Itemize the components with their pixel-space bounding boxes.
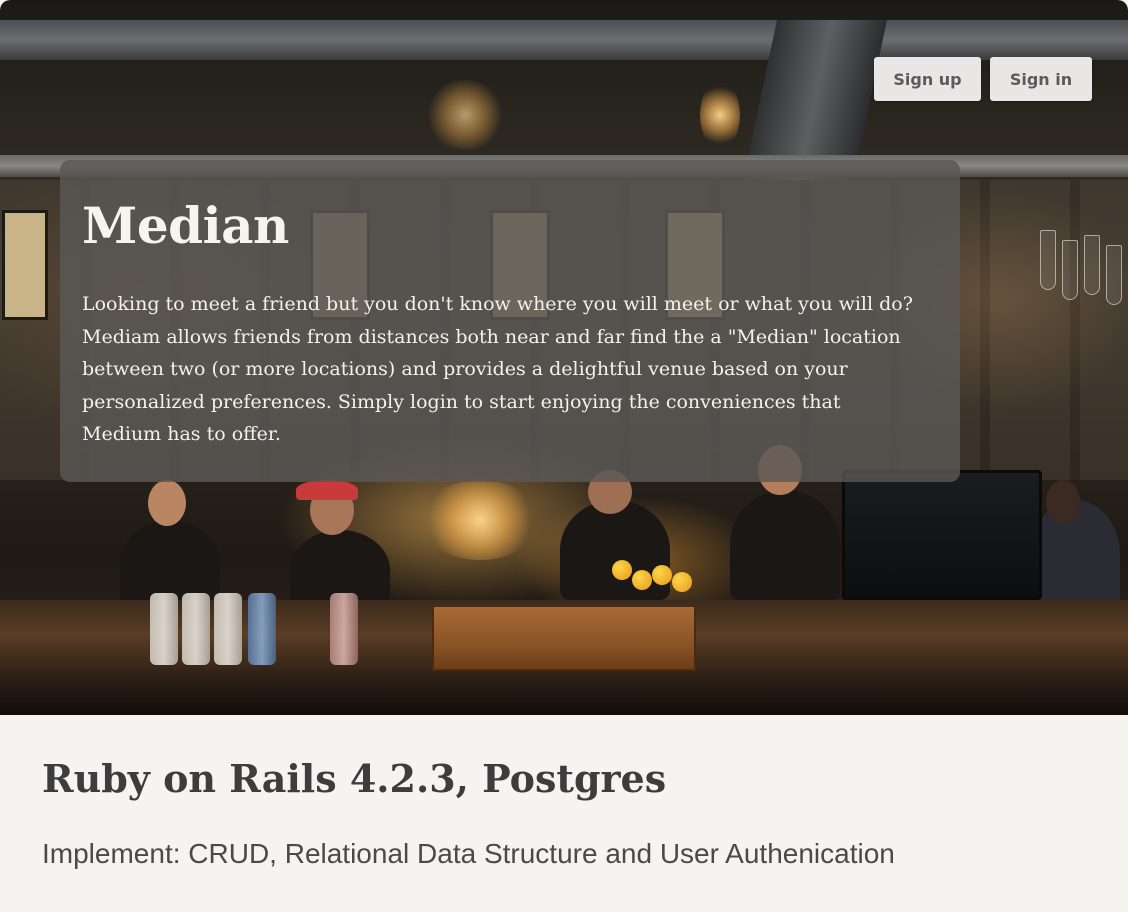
jar [182,593,210,665]
lemon [652,565,672,585]
patron-head [1046,480,1080,524]
patron-head [148,480,186,526]
pos-monitor [842,470,1042,600]
tech-stack-title: Ruby on Rails 4.2.3, Postgres [42,756,667,801]
lamp-glow [700,80,740,150]
hanging-glass [1062,240,1078,300]
lemon [672,572,692,592]
lamp-glow [420,480,540,560]
hero-banner: Sign up Sign in Median Looking to meet a… [0,0,1128,715]
app-description: Looking to meet a friend but you don't k… [82,293,913,445]
wall-frame [2,210,48,320]
ceiling-rail [0,20,1128,60]
red-cap [296,480,358,500]
jar [150,593,178,665]
patron [560,500,670,600]
app-title: Median [82,196,289,255]
intro-panel: Median Looking to meet a friend but you … [60,160,960,482]
lemon [632,570,652,590]
features-subtitle: Implement: CRUD, Relational Data Structu… [42,838,895,869]
jar [248,593,276,665]
sign-in-button[interactable]: Sign in [990,57,1092,101]
sign-up-button[interactable]: Sign up [874,57,981,101]
hanging-glass [1084,235,1100,295]
jar [330,593,358,665]
hanging-glass [1106,245,1122,305]
lemon [612,560,632,580]
project-card: Sign up Sign in Median Looking to meet a… [0,0,1128,912]
jar [214,593,242,665]
patron [730,490,840,600]
lamp-glow [425,80,505,150]
wooden-crate [432,605,696,671]
hanging-glass [1040,230,1056,290]
